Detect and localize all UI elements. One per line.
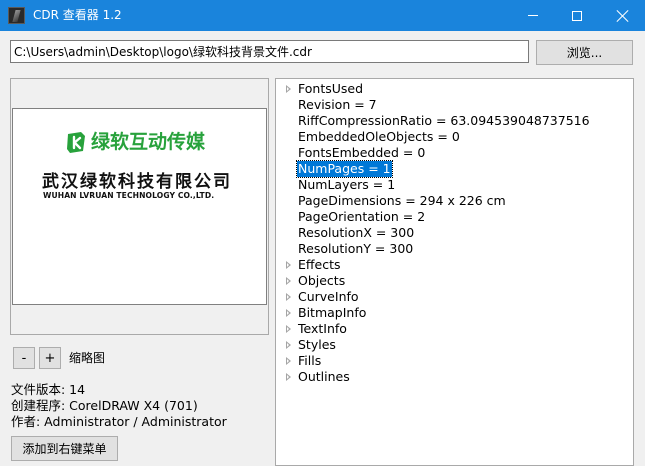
- tree-item-label: PageDimensions = 294 x 226 cm: [298, 193, 506, 208]
- tree-item-label: PageOrientation = 2: [298, 209, 426, 224]
- expand-arrow-icon[interactable]: [286, 309, 291, 317]
- tree-item-label: EmbeddedOleObjects = 0: [298, 129, 460, 144]
- logo-mark-icon: [67, 132, 85, 153]
- tree-item-label: Fills: [298, 353, 322, 368]
- close-button[interactable]: [600, 0, 645, 31]
- tree-item-label: TextInfo: [298, 321, 347, 336]
- minimize-icon: [527, 15, 538, 16]
- tree-item-label: FontsEmbedded = 0: [298, 145, 426, 160]
- author: 作者: Administrator / Administrator: [11, 414, 227, 429]
- preview-image: 绿软互动传媒 武汉绿软科技有限公司 WUHAN LVRUAN TECHNOLOG…: [12, 108, 267, 305]
- browse-button[interactable]: 浏览...: [536, 40, 633, 65]
- minimize-button[interactable]: [510, 0, 555, 31]
- tree-item-label: CurveInfo: [298, 289, 359, 304]
- tree-item-label: Effects: [298, 257, 341, 272]
- tree-item-label: RiffCompressionRatio = 63.09453904873751…: [298, 113, 590, 128]
- logo-text: 绿软互动传媒: [91, 131, 206, 153]
- company-name-cn: 武汉绿软科技有限公司: [42, 172, 232, 192]
- tree-item-label: BitmapInfo: [298, 305, 367, 320]
- window-title: CDR 查看器 1.2: [33, 8, 122, 22]
- expand-arrow-icon[interactable]: [286, 341, 291, 349]
- add-context-menu-button[interactable]: 添加到右键菜单: [11, 436, 118, 461]
- tree-item-label: NumLayers = 1: [298, 177, 396, 192]
- tree-item-label: NumPages = 1: [296, 160, 393, 178]
- zoom-out-button[interactable]: -: [13, 347, 35, 369]
- logo: 绿软互动传媒: [66, 131, 205, 154]
- expand-arrow-icon[interactable]: [286, 293, 291, 301]
- close-icon: [617, 10, 629, 22]
- tree-item-label: ResolutionY = 300: [298, 241, 414, 256]
- title-bar: CDR 查看器 1.2: [0, 0, 645, 31]
- expand-arrow-icon[interactable]: [286, 261, 291, 269]
- expand-arrow-icon[interactable]: [286, 373, 291, 381]
- tree-item-label: Objects: [298, 273, 346, 288]
- maximize-button[interactable]: [554, 0, 599, 31]
- maximize-icon: [571, 10, 582, 21]
- expand-arrow-icon[interactable]: [286, 357, 291, 365]
- thumbnail-label: 缩略图: [69, 351, 106, 365]
- expand-arrow-icon[interactable]: [286, 325, 291, 333]
- tree-item-label: Styles: [298, 337, 336, 352]
- file-path-input[interactable]: [10, 40, 529, 63]
- property-tree[interactable]: FontsUsed Revision = 7 RiffCompressionRa…: [275, 78, 634, 466]
- tree-item-label: ResolutionX = 300: [298, 225, 415, 240]
- app-icon: [8, 7, 25, 24]
- zoom-in-button[interactable]: +: [39, 347, 61, 369]
- tree-item-label: Outlines: [298, 369, 350, 384]
- tree-item-label: Revision = 7: [298, 97, 377, 112]
- tree-item-label: FontsUsed: [298, 81, 364, 96]
- expand-arrow-icon[interactable]: [286, 85, 291, 93]
- expand-arrow-icon[interactable]: [286, 277, 291, 285]
- company-name-en: WUHAN LVRUAN TECHNOLOGY CO.,LTD.: [43, 191, 215, 200]
- preview-panel: 绿软互动传媒 武汉绿软科技有限公司 WUHAN LVRUAN TECHNOLOG…: [10, 78, 269, 335]
